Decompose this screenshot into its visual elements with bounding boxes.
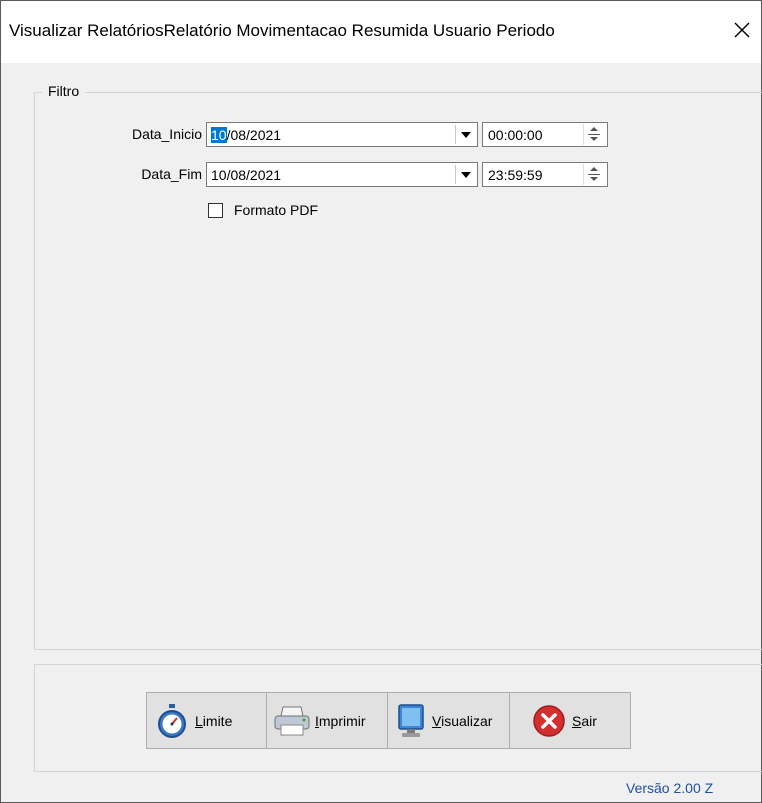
close-icon (734, 22, 750, 38)
limite-button-label: Limite (195, 712, 233, 729)
monitor-icon (392, 702, 430, 740)
start-time-value: 00:00:00 (488, 127, 543, 143)
start-time-spinner[interactable] (583, 124, 606, 145)
start-date-selected-day: 10 (211, 127, 227, 143)
start-date-dropdown-button[interactable] (455, 125, 475, 144)
start-time-field[interactable]: 00:00:00 (482, 122, 608, 147)
start-date-rest: /08/2021 (226, 127, 282, 143)
visualizar-button-label: Visualizar (432, 712, 493, 729)
end-time-spinner[interactable] (583, 164, 606, 185)
end-date-picker[interactable]: 10/08/2021 (206, 162, 478, 187)
end-date-label: Data_Fim (141, 166, 202, 182)
window-title: Visualizar RelatóriosRelatório Movimenta… (9, 21, 555, 40)
filter-group-title: Filtro (42, 83, 86, 99)
visualizar-button[interactable]: Visualizar (387, 692, 510, 749)
chevron-down-icon (460, 171, 471, 178)
spin-down-icon (590, 137, 598, 141)
end-time-value: 23:59:59 (488, 167, 543, 183)
spin-divider (588, 134, 600, 135)
close-button[interactable] (725, 13, 759, 47)
imprimir-button-label: Imprimir (315, 712, 366, 729)
start-date-value: 10/08/2021 (211, 127, 281, 143)
end-date-dropdown-button[interactable] (455, 165, 475, 184)
printer-icon (273, 702, 311, 740)
sair-button-label: Sair (572, 712, 597, 729)
imprimir-button[interactable]: Imprimir (266, 692, 388, 749)
pdf-format-label[interactable]: Formato PDF (234, 202, 318, 218)
limite-button[interactable]: Limite (146, 692, 267, 749)
spin-up-icon (590, 127, 598, 131)
spin-up-icon (590, 167, 598, 171)
pdf-format-checkbox[interactable] (208, 203, 223, 218)
sair-button[interactable]: Sair (509, 692, 631, 749)
spin-down-icon (590, 177, 598, 181)
end-time-field[interactable]: 23:59:59 (482, 162, 608, 187)
start-date-picker[interactable]: 10/08/2021 (206, 122, 478, 147)
title-bar: Visualizar RelatóriosRelatório Movimenta… (1, 1, 761, 63)
chevron-down-icon (460, 131, 471, 138)
start-date-label: Data_Inicio (131, 126, 202, 142)
stopwatch-icon (153, 702, 191, 740)
end-date-value: 10/08/2021 (211, 167, 282, 183)
exit-icon (530, 702, 568, 740)
version-label: Versão 2.00 Z (626, 780, 714, 796)
spin-divider (588, 174, 600, 175)
